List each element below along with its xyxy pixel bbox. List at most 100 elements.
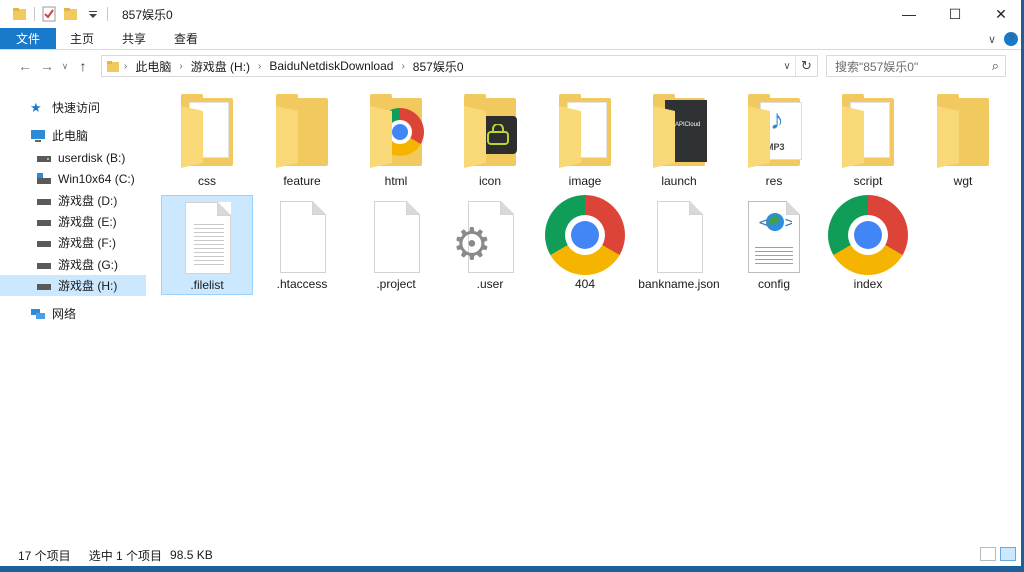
music-note-icon: ♪ <box>770 104 784 135</box>
up-arrow-icon[interactable]: ↑ <box>72 55 94 77</box>
search-icon[interactable]: ⌕ <box>992 58 999 74</box>
drive-icon <box>36 194 52 208</box>
file-view: css feature html icon image APICloud lau… <box>151 84 1021 539</box>
minimize-button[interactable]: — <box>886 0 932 28</box>
file-name: icon <box>478 174 501 188</box>
folder-icon <box>260 92 344 170</box>
close-button[interactable]: ✕ <box>978 0 1024 28</box>
file-name: .project <box>376 277 416 291</box>
file-name: .user <box>476 277 504 291</box>
chrome-icon <box>826 195 910 275</box>
nav-drive-e[interactable]: 游戏盘 (E:) <box>0 211 146 232</box>
address-bar[interactable]: › 此电脑 › 游戏盘 (H:) › BaiduNetdiskDownload … <box>101 55 818 77</box>
drive-icon <box>36 279 52 293</box>
file-item[interactable]: < > config <box>728 195 820 295</box>
system-drive-icon <box>36 172 52 186</box>
window-border <box>0 566 1024 572</box>
file-item[interactable]: css <box>161 92 253 192</box>
file-item[interactable]: feature <box>256 92 348 192</box>
file-item[interactable]: .project <box>350 195 442 295</box>
new-folder-icon[interactable] <box>63 6 79 22</box>
expand-ribbon-icon[interactable]: ∨ <box>988 33 996 46</box>
file-name: css <box>198 174 216 188</box>
file-name: launch <box>661 174 697 188</box>
forward-arrow-icon[interactable]: → <box>36 55 58 77</box>
file-name: html <box>384 174 408 188</box>
separator <box>107 7 108 21</box>
file-item[interactable]: ♪ MP3 res <box>728 92 820 192</box>
quick-access-toolbar <box>0 0 114 28</box>
folder-icon <box>12 6 28 22</box>
nav-quick-access[interactable]: ★ 快速访问 <box>0 97 146 118</box>
properties-icon[interactable] <box>41 6 57 22</box>
file-item[interactable]: 404 <box>539 195 631 295</box>
file-item[interactable]: .htaccess <box>256 195 348 295</box>
nav-drive-h[interactable]: 游戏盘 (H:) <box>0 275 146 296</box>
xml-document-icon: < > <box>732 195 816 273</box>
chevron-right-icon[interactable]: › <box>397 61 408 72</box>
computer-icon <box>30 129 46 143</box>
breadcrumb-current[interactable]: 857娱乐0 <box>409 58 468 75</box>
breadcrumb-this-pc[interactable]: 此电脑 <box>131 58 175 75</box>
blank-document-icon <box>637 195 721 273</box>
folder-icon <box>921 92 1005 170</box>
window-controls: — ☐ ✕ <box>886 0 1024 28</box>
selection-size: 98.5 KB <box>170 548 213 562</box>
folder-with-chrome-icon <box>354 92 438 170</box>
folder-with-app-icon <box>448 92 532 170</box>
file-item[interactable]: .filelist <box>161 195 253 295</box>
help-icon[interactable]: ? <box>1004 32 1018 46</box>
star-icon: ★ <box>30 99 42 115</box>
file-item[interactable]: icon <box>444 92 536 192</box>
breadcrumb-drive-h[interactable]: 游戏盘 (H:) <box>187 58 254 75</box>
nav-drive-d[interactable]: 游戏盘 (D:) <box>0 190 146 211</box>
file-name: 404 <box>574 277 596 291</box>
chevron-right-icon[interactable]: › <box>120 61 131 72</box>
selection-count: 选中 1 个项目 <box>88 548 163 563</box>
gear-icon: ⚙ <box>452 220 492 269</box>
file-item[interactable]: html <box>350 92 442 192</box>
maximize-button[interactable]: ☐ <box>932 0 978 28</box>
chevron-right-icon[interactable]: › <box>254 61 265 72</box>
tab-home[interactable]: 主页 <box>56 28 108 49</box>
address-dropdown-icon[interactable]: ∨ <box>779 56 795 76</box>
file-name: index <box>853 277 883 291</box>
chevron-right-icon[interactable]: › <box>175 61 186 72</box>
recent-dropdown-icon[interactable]: ∨ <box>58 55 72 77</box>
drive-icon <box>36 258 52 272</box>
drive-icon <box>36 215 52 229</box>
nav-drive-b[interactable]: userdisk (B:) <box>0 147 146 168</box>
tab-share[interactable]: 共享 <box>108 28 160 49</box>
file-item[interactable]: wgt <box>917 92 1009 192</box>
large-icons-view-icon[interactable] <box>1000 547 1016 561</box>
nav-drive-f[interactable]: 游戏盘 (F:) <box>0 232 146 253</box>
blank-document-icon <box>260 195 344 273</box>
breadcrumb-baidu[interactable]: BaiduNetdiskDownload <box>265 59 397 73</box>
file-item[interactable]: bankname.json <box>633 195 725 295</box>
file-name: bankname.json <box>638 277 720 291</box>
search-input[interactable]: 搜索"857娱乐0" ⌕ <box>826 55 1006 77</box>
ribbon-tabs: 文件 主页 共享 查看 ∨ ? <box>0 28 1024 50</box>
nav-network[interactable]: 网络 <box>0 303 146 324</box>
network-icon <box>30 307 46 321</box>
file-item[interactable]: script <box>822 92 914 192</box>
nav-drive-c[interactable]: Win10x64 (C:) <box>0 168 146 189</box>
tab-view[interactable]: 查看 <box>160 28 212 49</box>
nav-this-pc[interactable]: 此电脑 <box>0 125 146 146</box>
folder-with-image-icon: APICloud <box>637 92 721 170</box>
search-placeholder: 搜索"857娱乐0" <box>835 59 919 74</box>
tab-file[interactable]: 文件 <box>0 28 57 49</box>
drive-icon <box>36 236 52 250</box>
file-item[interactable]: APICloud launch <box>633 92 725 192</box>
customize-dropdown-icon[interactable] <box>85 6 101 22</box>
file-item[interactable]: ⚙ .user <box>444 195 536 295</box>
folder-icon <box>106 59 120 73</box>
folder-with-mp3-icon: ♪ MP3 <box>732 92 816 170</box>
nav-drive-g[interactable]: 游戏盘 (G:) <box>0 254 146 275</box>
file-item[interactable]: index <box>822 195 914 295</box>
refresh-icon[interactable]: ↻ <box>795 56 817 76</box>
back-arrow-icon[interactable]: ← <box>14 55 36 77</box>
file-item[interactable]: image <box>539 92 631 192</box>
folder-icon <box>543 92 627 170</box>
details-view-icon[interactable] <box>980 547 996 561</box>
